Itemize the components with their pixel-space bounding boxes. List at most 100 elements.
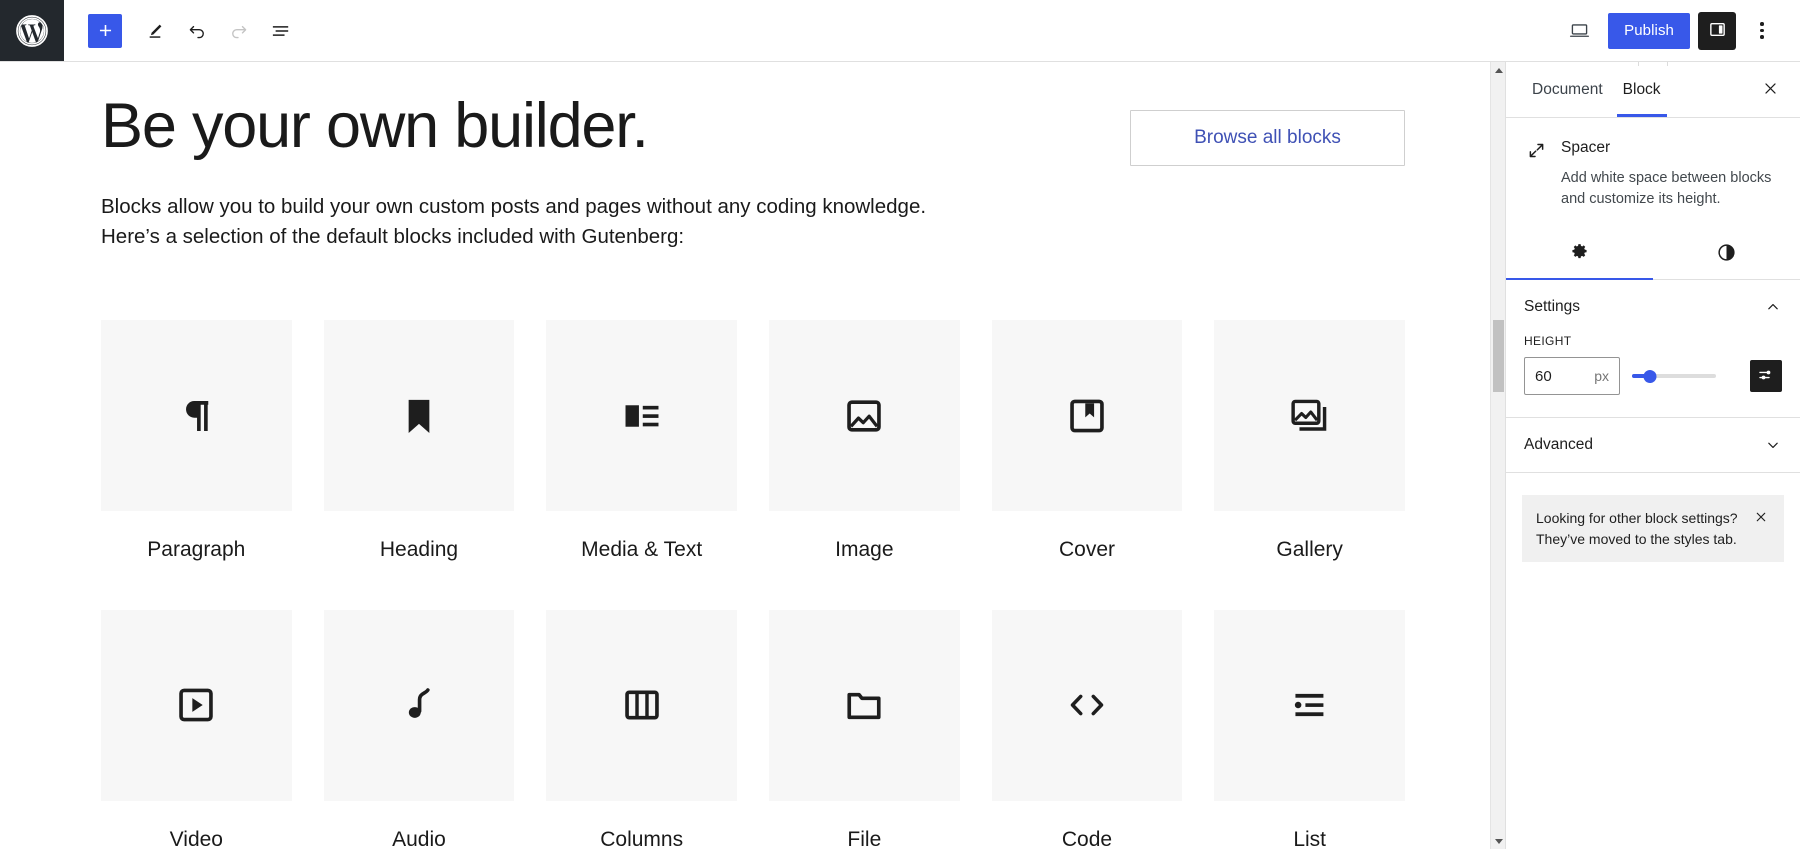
block-tile-gallery[interactable] <box>1214 320 1405 511</box>
block-cell-video: Video <box>101 610 292 849</box>
plus-icon <box>96 21 115 40</box>
advanced-panel: Advanced <box>1506 418 1800 474</box>
canvas-scrollbar[interactable] <box>1490 62 1505 849</box>
pilcrow-icon <box>173 393 219 439</box>
block-label: Cover <box>1058 537 1115 561</box>
code-brackets-icon <box>1061 679 1113 731</box>
tools-pencil-button[interactable] <box>134 10 176 52</box>
more-options-button[interactable] <box>1744 12 1780 50</box>
canvas-scrollbar-thumb[interactable] <box>1493 320 1504 392</box>
intro-paragraph[interactable]: Blocks allow you to build your own custo… <box>101 192 1405 252</box>
block-tile-image[interactable] <box>769 320 960 511</box>
undo-button[interactable] <box>176 10 218 52</box>
chevron-down-icon <box>1764 436 1782 454</box>
scroll-down-arrow-icon[interactable] <box>1491 833 1505 849</box>
block-label: Columns <box>600 827 684 849</box>
browse-all-blocks-button[interactable]: Browse all blocks <box>1130 110 1405 166</box>
block-tile-video[interactable] <box>101 610 292 801</box>
sliders-icon <box>1757 366 1775 387</box>
redo-button[interactable] <box>218 10 260 52</box>
notice-text: Looking for other block settings? They’v… <box>1536 508 1744 549</box>
bookmark-icon <box>396 393 442 439</box>
block-tile-list[interactable] <box>1214 610 1405 801</box>
block-cell-file: File <box>769 610 960 849</box>
add-block-button[interactable] <box>88 13 122 48</box>
tab-settings[interactable] <box>1506 229 1653 281</box>
notice-line-1: Looking for other block settings? <box>1536 510 1738 527</box>
close-sidebar-button[interactable] <box>1754 74 1786 106</box>
block-label: Paragraph <box>147 537 246 561</box>
intro-line-2: Here’s a selection of the default blocks… <box>101 225 685 249</box>
height-input[interactable]: 60 px <box>1524 357 1620 396</box>
wordpress-logo-icon <box>15 14 49 48</box>
unit-toggle-button[interactable] <box>1750 360 1782 393</box>
block-tile-cover[interactable] <box>991 320 1183 511</box>
three-dots-vertical-icon <box>1760 22 1764 39</box>
notice-line-2: They’ve moved to the styles tab. <box>1536 530 1737 547</box>
settings-panel-header[interactable]: Settings <box>1524 280 1782 334</box>
gallery-icon <box>1287 393 1333 439</box>
block-label: Heading <box>379 537 459 561</box>
slider-knob[interactable] <box>1643 369 1657 383</box>
block-cell-gallery: Gallery <box>1214 320 1405 610</box>
sidebar-tabs: Document Block <box>1506 62 1800 118</box>
editor-canvas-area: Be your own builder. Browse all blocks B… <box>0 62 1505 849</box>
settings-panel: Settings HEIGHT 60 px <box>1506 280 1800 419</box>
selected-block-card: Spacer Add white space between blocks an… <box>1506 118 1800 213</box>
block-cell-list: List <box>1214 610 1405 849</box>
selected-block-name: Spacer <box>1561 139 1611 156</box>
cover-icon <box>1064 393 1110 439</box>
block-cell-code: Code <box>991 610 1183 849</box>
block-tile-columns[interactable] <box>546 610 737 801</box>
topbar-right-tools: Publish <box>1558 0 1800 61</box>
laptop-preview-icon <box>1568 19 1591 42</box>
sidebar-panel-icon <box>1707 19 1728 43</box>
resize-diagonal-icon <box>1526 138 1547 209</box>
topbar-left-tools <box>64 0 302 61</box>
editor-canvas[interactable]: Be your own builder. Browse all blocks B… <box>0 62 1505 849</box>
height-control: 60 px <box>1524 357 1782 417</box>
list-view-button[interactable] <box>260 10 302 52</box>
block-editor-app: Publish Be your own builder. Browse all … <box>0 0 1800 849</box>
settings-sidebar-toggle-button[interactable] <box>1698 11 1736 50</box>
redo-arrow-icon <box>228 20 250 42</box>
dismiss-notice-button[interactable] <box>1752 509 1770 527</box>
post-content: Be your own builder. Browse all blocks B… <box>0 88 1505 849</box>
tab-document[interactable]: Document <box>1522 62 1613 117</box>
tab-styles[interactable] <box>1653 229 1800 279</box>
close-icon <box>1754 510 1768 527</box>
block-label: Video <box>169 827 223 849</box>
block-cell-audio: Audio <box>323 610 515 849</box>
preview-button[interactable] <box>1558 10 1600 52</box>
block-tile-file[interactable] <box>769 610 960 801</box>
advanced-panel-header[interactable]: Advanced <box>1524 418 1782 472</box>
editor-body: Be your own builder. Browse all blocks B… <box>0 62 1800 849</box>
height-unit-label: px <box>1594 368 1609 385</box>
height-field-label: HEIGHT <box>1524 334 1572 349</box>
block-tile-heading[interactable] <box>323 320 515 511</box>
block-showcase-grid: Paragraph Heading Media & Text Image Cov… <box>101 320 1405 849</box>
publish-button[interactable]: Publish <box>1608 12 1690 49</box>
wordpress-logo-button[interactable] <box>0 0 64 61</box>
block-label: List <box>1293 827 1326 849</box>
block-tile-paragraph[interactable] <box>101 320 292 511</box>
editor-top-bar: Publish <box>0 0 1800 62</box>
intro-line-1: Blocks allow you to build your own custo… <box>101 195 927 218</box>
height-slider[interactable] <box>1632 365 1716 387</box>
music-note-icon <box>396 682 442 728</box>
block-tile-audio[interactable] <box>323 610 515 801</box>
block-label: Image <box>835 537 894 561</box>
tab-block[interactable]: Block <box>1613 62 1671 117</box>
block-tile-code[interactable] <box>991 610 1183 801</box>
close-icon <box>1762 80 1779 100</box>
selected-block-info: Spacer Add white space between blocks an… <box>1561 138 1778 209</box>
block-tile-media-text[interactable] <box>546 320 737 511</box>
settings-sidebar: Document Block Spacer Add white space be… <box>1505 62 1800 849</box>
height-input-value: 60 <box>1535 367 1552 385</box>
page-title[interactable]: Be your own builder. <box>101 92 649 160</box>
block-cell-heading: Heading <box>323 320 515 610</box>
video-play-icon <box>173 682 219 728</box>
scroll-up-arrow-icon[interactable] <box>1491 62 1505 78</box>
advanced-panel-title: Advanced <box>1524 436 1593 454</box>
